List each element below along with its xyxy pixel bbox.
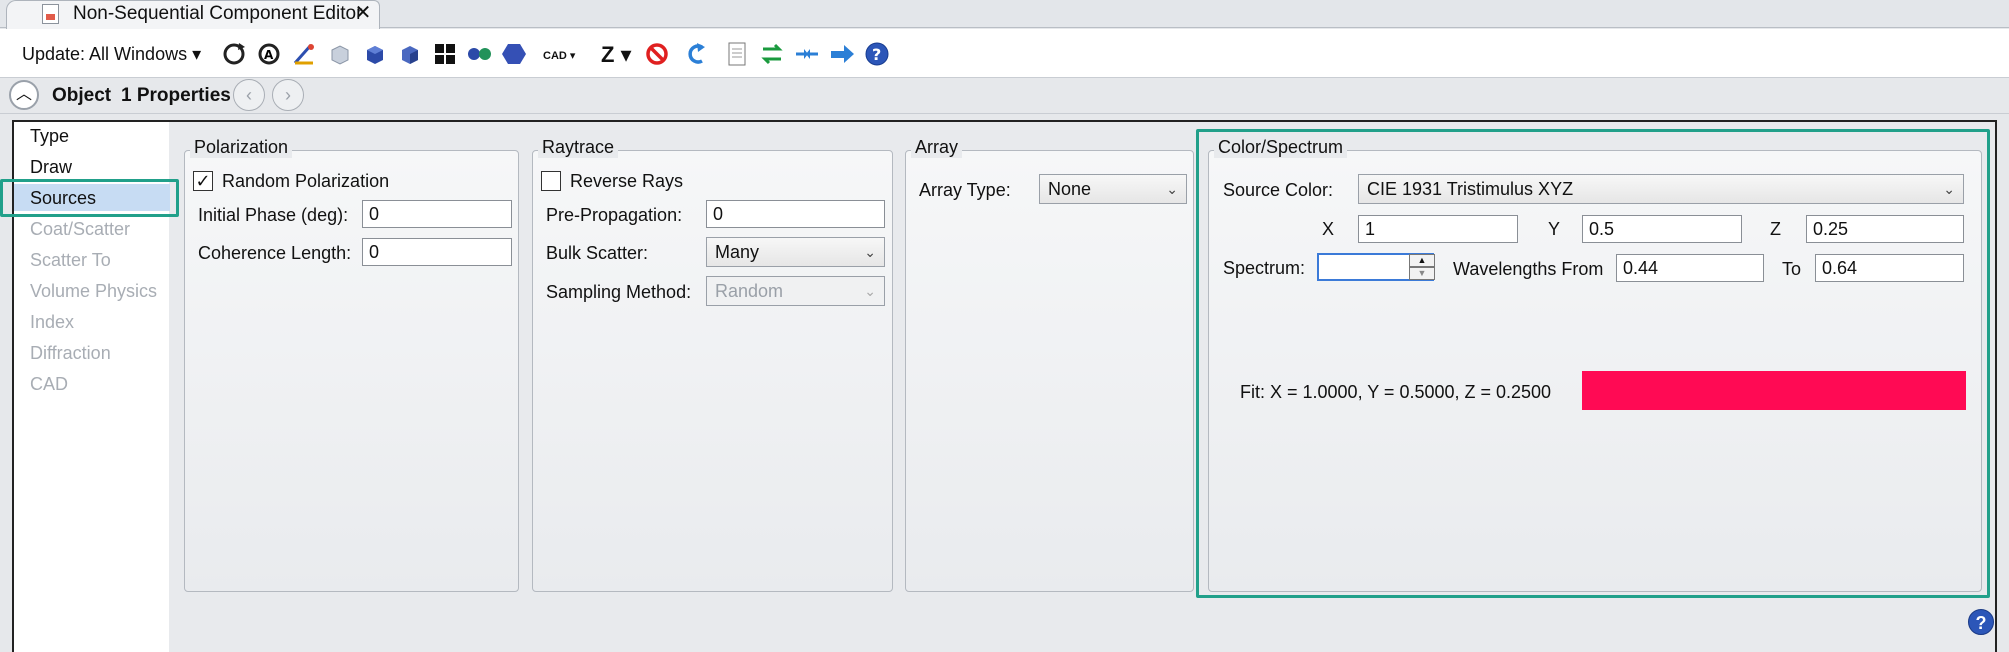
update-windows-dropdown[interactable]: Update: All Windows ▾: [22, 42, 201, 66]
coherence-length-label: Coherence Length:: [198, 243, 352, 263]
no-entry-icon[interactable]: [644, 41, 670, 67]
chevron-down-icon: ⌄: [864, 283, 876, 299]
z-label: Z: [1770, 219, 1781, 239]
two-circles-icon[interactable]: [466, 41, 492, 67]
bulk-scatter-value: Many: [715, 242, 760, 262]
source-color-dropdown[interactable]: CIE 1931 Tristimulus XYZ ⌄: [1358, 174, 1964, 204]
x-input[interactable]: 1: [1358, 215, 1518, 243]
refresh-all-icon[interactable]: A: [256, 41, 282, 67]
sidebar-item-diffraction: Diffraction: [30, 343, 111, 363]
random-polarization-label: Random Polarization: [222, 171, 390, 191]
swap-arrows-icon[interactable]: [759, 41, 785, 67]
object-label: Object: [52, 85, 112, 106]
collapse-chevron-icon[interactable]: ︿: [9, 80, 39, 110]
cube-transparent-icon[interactable]: [327, 41, 353, 67]
sampling-method-label: Sampling Method:: [546, 282, 692, 302]
sidebar-item-index: Index: [30, 312, 75, 332]
undo-arrow-icon[interactable]: [682, 41, 708, 67]
editor-document-icon: [42, 4, 59, 24]
reverse-rays-label: Reverse Rays: [570, 171, 684, 191]
help-icon[interactable]: ?: [864, 41, 890, 67]
to-label: To: [1782, 259, 1802, 279]
to-input[interactable]: 0.64: [1815, 254, 1964, 282]
converge-arrows-icon[interactable]: [794, 41, 820, 67]
y-input[interactable]: 0.5: [1582, 215, 1742, 243]
array-group: [905, 150, 1194, 592]
source-color-label: Source Color:: [1223, 180, 1334, 200]
wavelengths-from-input[interactable]: 0.44: [1616, 254, 1764, 282]
sidebar-item-cad: CAD: [30, 374, 69, 394]
chevron-down-icon: ⌄: [1943, 181, 1955, 197]
sources-highlight-box: [0, 179, 179, 217]
spin-up-icon[interactable]: ▲: [1409, 254, 1435, 267]
array-title: Array: [911, 136, 963, 158]
pre-propagation-input[interactable]: 0: [706, 200, 885, 228]
grid-icon[interactable]: [432, 41, 458, 67]
tab-close-icon[interactable]: ✕: [352, 2, 374, 24]
color-swatch: [1582, 371, 1966, 410]
sampling-method-dropdown: Random ⌄: [706, 276, 885, 306]
pre-propagation-label: Pre-Propagation:: [546, 205, 683, 225]
initial-phase-label: Initial Phase (deg):: [198, 205, 349, 225]
bulk-scatter-label: Bulk Scatter:: [546, 243, 649, 263]
bulk-scatter-dropdown[interactable]: Many ⌄: [706, 237, 885, 267]
y-label: Y: [1548, 219, 1561, 239]
cube-blue-icon[interactable]: [362, 41, 388, 67]
sidebar-item-scatter-to: Scatter To: [30, 250, 111, 270]
cad-dropdown-icon[interactable]: CAD ▾: [543, 49, 575, 62]
draw-line-icon[interactable]: [291, 41, 317, 67]
spin-down-icon[interactable]: ▼: [1409, 267, 1435, 280]
x-label: X: [1322, 219, 1335, 239]
chevron-down-icon: ⌄: [1166, 181, 1178, 197]
cube-shaded-icon[interactable]: [397, 41, 423, 67]
source-color-value: CIE 1931 Tristimulus XYZ: [1367, 179, 1574, 199]
fit-result-text: Fit: X = 1.0000, Y = 0.5000, Z = 0.2500: [1240, 382, 1552, 402]
properties-label: 1 Properties: [121, 85, 231, 106]
hexagon-icon[interactable]: [501, 41, 527, 67]
spectrum-label: Spectrum:: [1223, 258, 1306, 278]
z-input[interactable]: 0.25: [1806, 215, 1964, 243]
refresh-icon[interactable]: [221, 41, 247, 67]
array-type-dropdown[interactable]: None ⌄: [1039, 174, 1187, 204]
svg-text:A: A: [264, 48, 274, 62]
sampling-method-value: Random: [715, 281, 784, 301]
z-dropdown-icon[interactable]: Z ▾: [601, 42, 632, 68]
polarization-title: Polarization: [190, 136, 293, 158]
help-icon[interactable]: ?: [1968, 609, 1994, 635]
array-type-label: Array Type:: [919, 180, 1011, 200]
sidebar-item-draw[interactable]: Draw: [30, 155, 72, 179]
sidebar-item-type[interactable]: Type: [30, 124, 69, 148]
coherence-length-input[interactable]: 0: [362, 238, 512, 266]
right-arrow-icon[interactable]: [829, 41, 855, 67]
svg-text:?: ?: [872, 45, 881, 64]
raytrace-title: Raytrace: [538, 136, 619, 158]
array-type-value: None: [1048, 179, 1092, 199]
reverse-rays-checkbox[interactable]: [541, 171, 561, 191]
sidebar-item-coat-scatter: Coat/Scatter: [30, 219, 131, 239]
initial-phase-input[interactable]: 0: [362, 200, 512, 228]
wavelengths-from-label: Wavelengths From: [1453, 259, 1604, 279]
random-polarization-checkbox[interactable]: ✓: [193, 171, 213, 191]
document-icon[interactable]: [724, 41, 750, 67]
tab-title: Non-Sequential Component Editor: [73, 3, 363, 24]
chevron-down-icon: ⌄: [864, 244, 876, 260]
next-chevron-icon[interactable]: ›: [272, 79, 304, 111]
previous-chevron-icon[interactable]: ‹: [233, 79, 265, 111]
sidebar-item-volume-physics: Volume Physics: [30, 281, 158, 301]
